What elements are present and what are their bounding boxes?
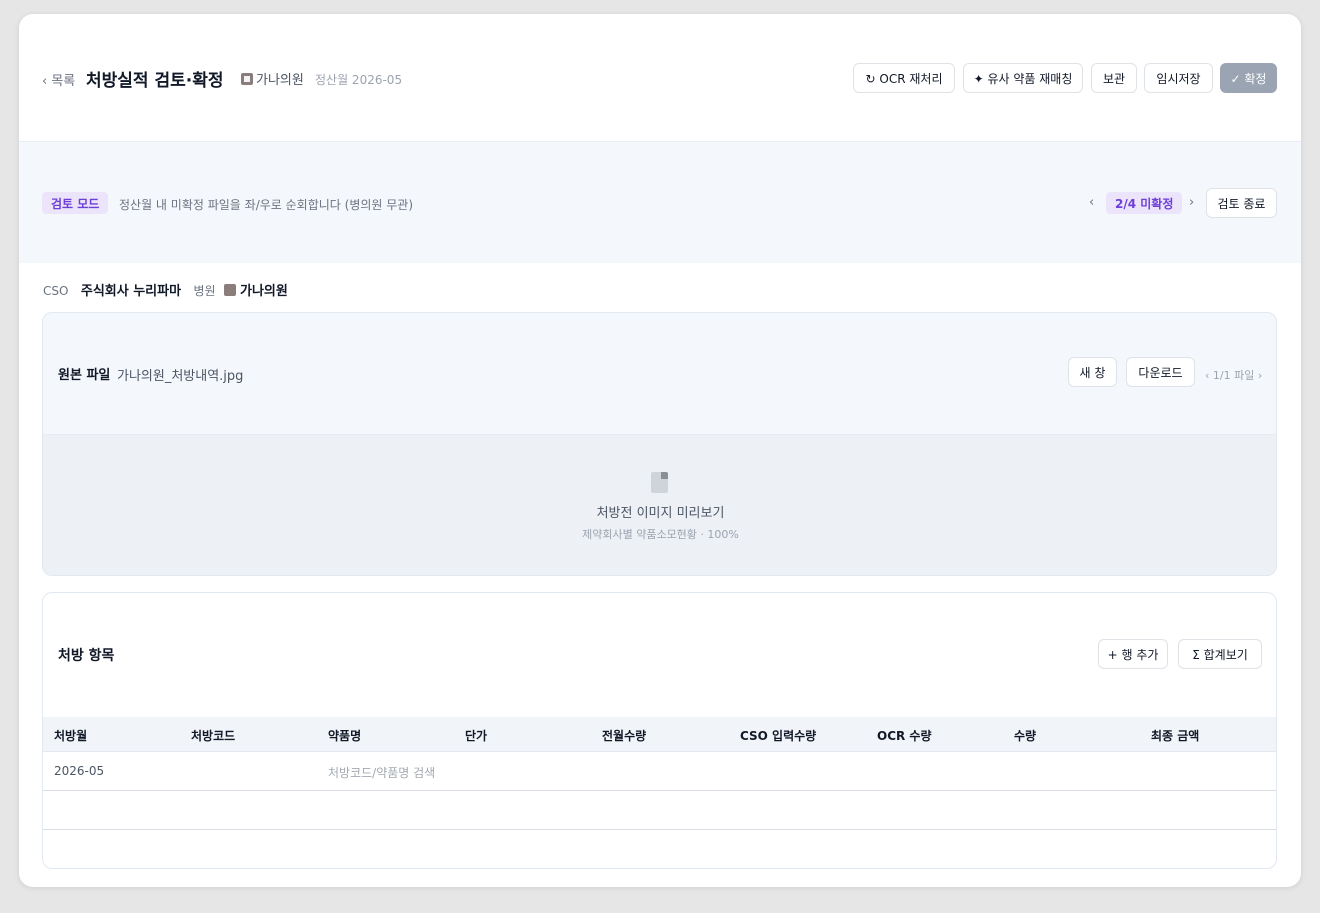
hospital-value: 가나의원	[239, 284, 288, 299]
hospital-icon	[223, 284, 236, 296]
review-mode-badge: 검토 모드	[42, 192, 109, 214]
similar-drug-rematch-button[interactable]: ✦ 유사 약품 재매칭	[963, 63, 1083, 93]
page-header: ‹ 목록 처방실적 검토·확정 가나의원 정산월 2026-05 ↻ OCR 재…	[19, 14, 1301, 142]
column-header: 수량	[1014, 729, 1037, 743]
source-file-label: 원본 파일	[58, 368, 111, 383]
column-header: 최종 금액	[1151, 729, 1200, 743]
hospital-chip: 가나의원	[241, 69, 304, 88]
next-file-button[interactable]: ›	[1189, 195, 1194, 210]
review-mode-bar: 검토 모드 정산월 내 미확정 파일을 좌/우로 순회합니다 (병의원 무관) …	[19, 142, 1301, 263]
source-file-panel: 원본 파일 가나의원_처방내역.jpg 새 창 다운로드 ‹ 1/1 파일 › …	[42, 312, 1277, 576]
column-header: 전월수량	[602, 729, 647, 743]
prescription-month-cell[interactable]: 2026-05	[54, 764, 104, 778]
back-to-list-link[interactable]: ‹ 목록	[42, 70, 75, 89]
preview-title: 처방전 이미지 미리보기	[596, 506, 725, 521]
unconfirmed-counter: 2/4 미확정	[1106, 192, 1183, 214]
cso-label: CSO	[43, 284, 69, 298]
column-header: CSO 입력수량	[740, 729, 817, 743]
drug-search-input[interactable]: 처방코드/약품명 검색	[328, 764, 435, 781]
review-mode-description: 정산월 내 미확정 파일을 좌/우로 순회합니다 (병의원 무관)	[119, 198, 414, 212]
items-table-header: 처방월 처방코드 약품명 단가 전월수량 CSO 입력수량 OCR 수량 수량 …	[43, 717, 1276, 752]
cso-value: 주식회사 누리파마	[80, 284, 182, 299]
hospital-label: 병원	[193, 284, 216, 298]
page-title: 처방실적 검토·확정	[86, 71, 224, 91]
end-review-button[interactable]: 검토 종료	[1206, 188, 1277, 218]
column-header: 약품명	[328, 729, 362, 743]
hospital-icon	[241, 73, 253, 85]
file-pager[interactable]: ‹ 1/1 파일 ›	[1205, 367, 1262, 383]
show-total-button[interactable]: Σ 합계보기	[1178, 639, 1262, 669]
ocr-reprocess-button[interactable]: ↻ OCR 재처리	[853, 63, 955, 93]
confirm-button[interactable]: ✓ 확정	[1220, 63, 1277, 93]
prev-file-button[interactable]: ‹	[1089, 195, 1094, 210]
hold-button[interactable]: 보관	[1091, 63, 1137, 93]
table-row: 2026-05 처방코드/약품명 검색	[43, 752, 1276, 791]
column-header: 처방월	[54, 729, 88, 743]
download-button[interactable]: 다운로드	[1126, 357, 1195, 387]
document-icon	[651, 472, 668, 493]
add-row-button[interactable]: + 행 추가	[1098, 639, 1168, 669]
table-row	[43, 791, 1276, 830]
temp-save-button[interactable]: 임시저장	[1144, 63, 1213, 93]
column-header: OCR 수량	[877, 729, 932, 743]
column-header: 단가	[465, 729, 488, 743]
hospital-name: 가나의원	[256, 73, 304, 88]
source-file-name: 가나의원_처방내역.jpg	[117, 369, 244, 384]
open-new-window-button[interactable]: 새 창	[1068, 357, 1117, 387]
prescription-image-preview[interactable]: 처방전 이미지 미리보기 제약회사별 약품소모현황 · 100%	[43, 434, 1276, 575]
preview-subtitle: 제약회사별 약품소모현황 · 100%	[582, 528, 739, 541]
settlement-month: 정산월 2026-05	[315, 73, 403, 87]
items-title: 처방 항목	[58, 648, 115, 664]
review-card: ‹ 목록 처방실적 검토·확정 가나의원 정산월 2026-05 ↻ OCR 재…	[19, 14, 1301, 887]
column-header: 처방코드	[191, 729, 236, 743]
prescription-items-panel: 처방 항목 + 행 추가 Σ 합계보기 처방월 처방코드 약품명 단가 전월수량…	[42, 592, 1277, 869]
cso-hospital-info: CSO 주식회사 누리파마 병원 가나의원	[43, 280, 288, 299]
